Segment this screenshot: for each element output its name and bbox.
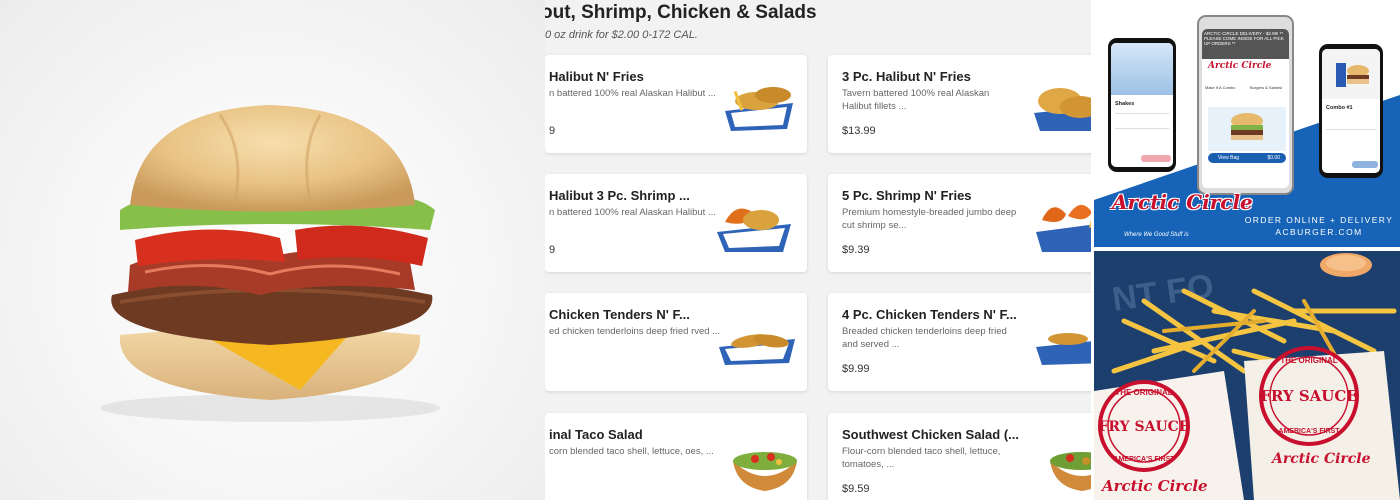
menu-item-name: inal Taco Salad bbox=[549, 427, 643, 442]
menu-item-name: Southwest Chicken Salad (... bbox=[842, 427, 1019, 442]
chicken-tenders-image bbox=[1036, 333, 1091, 365]
menu-item-price: $13.99 bbox=[842, 125, 876, 137]
menu-item-description: n battered 100% real Alaskan Halibut ... bbox=[549, 88, 716, 99]
menu-item-description: corn blended taco shell, lettuce, oes, .… bbox=[549, 446, 714, 457]
menu-item-description: ed chicken tenderloins deep fried rved .… bbox=[549, 326, 721, 337]
tagline-website: ACBURGER.COM bbox=[1275, 227, 1363, 237]
menu-item-price: 9 bbox=[549, 125, 556, 137]
shrimp-fries-image bbox=[1036, 205, 1091, 252]
southwest-salad-image bbox=[1050, 452, 1091, 491]
menu-section-subtitle: 0 oz drink for $2.00 0-172 CAL. bbox=[545, 29, 698, 41]
fries-bag-brand: Arctic Circle bbox=[1100, 477, 1208, 495]
sauce-label-main: FRY SAUCE bbox=[1098, 419, 1189, 435]
phone-bag-price: $0.00 bbox=[1267, 155, 1280, 161]
menu-item-card[interactable]: Halibut 3 Pc. Shrimp ... n battered 100%… bbox=[545, 174, 807, 272]
phone-right-label: Combo #1 bbox=[1326, 105, 1353, 111]
phone-view-bag-button: View Bag bbox=[1218, 155, 1240, 161]
tagline-order-online: ORDER ONLINE + DELIVERY bbox=[1244, 215, 1394, 225]
halibut-shrimp-image bbox=[717, 208, 791, 252]
sauce-label-bottom: AMERICA'S FIRST bbox=[1113, 456, 1175, 463]
menu-item-price: 9 bbox=[549, 244, 556, 256]
phone-mockup-right: Combo #1 bbox=[1319, 44, 1383, 178]
menu-item-description: Breaded chicken tenderloins deep fried a… bbox=[842, 326, 1007, 350]
phone-burger-icon bbox=[1231, 113, 1263, 140]
phone-mockup-left: Shakes bbox=[1108, 38, 1176, 172]
menu-item-name: Chicken Tenders N' F... bbox=[549, 307, 690, 322]
menu-item-card[interactable]: Halibut N' Fries n battered 100% real Al… bbox=[545, 55, 807, 153]
menu-item-name: Halibut N' Fries bbox=[549, 69, 644, 84]
menu-item-name: 3 Pc. Halibut N' Fries bbox=[842, 69, 971, 84]
menu-item-card[interactable]: 4 Pc. Chicken Tenders N' F... Breaded ch… bbox=[828, 293, 1091, 391]
phone-brand-logo: Arctic Circle bbox=[1208, 61, 1272, 71]
phone-tab-combo: Make It A Combo bbox=[1205, 85, 1236, 90]
arctic-circle-logo: Arctic Circle bbox=[1112, 190, 1253, 214]
phone-tab-burgers: Burgers & Sandwi bbox=[1250, 85, 1283, 90]
promo-banner: Shakes ARCTIC CIRCLE DELIVERY - $2.99! *… bbox=[1094, 0, 1400, 247]
sauce-label-top: THE ORIGINAL bbox=[1115, 388, 1172, 397]
combo-meal-icon bbox=[1336, 63, 1369, 87]
phone-mockup-center: ARCTIC CIRCLE DELIVERY - $2.99! ** PLEAS… bbox=[1197, 15, 1294, 195]
menu-item-description: Flour-corn blended taco shell, lettuce, … bbox=[842, 446, 1001, 470]
menu-item-description: Tavern battered 100% real Alaskan Halibu… bbox=[842, 88, 990, 112]
menu-item-price: $9.99 bbox=[842, 363, 870, 375]
bacon-burger-image bbox=[100, 105, 440, 422]
menu-item-card[interactable]: inal Taco Salad corn blended taco shell,… bbox=[545, 413, 807, 500]
menu-item-price: $9.59 bbox=[842, 483, 870, 495]
sauce-label-bottom-2: AMERICA'S FIRST bbox=[1278, 428, 1340, 435]
chicken-tenders-image bbox=[719, 334, 795, 365]
menu-item-card[interactable]: Southwest Chicken Salad (... Flour-corn … bbox=[828, 413, 1091, 500]
sauce-label-top-2: THE ORIGINAL bbox=[1280, 356, 1337, 365]
menu-screenshot: out, Shrimp, Chicken & Salads 0 oz drink… bbox=[545, 0, 1091, 500]
taco-salad-image bbox=[733, 452, 797, 491]
phone-banner-text: ARCTIC CIRCLE DELIVERY - $2.99! ** PLEAS… bbox=[1202, 29, 1289, 59]
menu-item-card[interactable]: Chicken Tenders N' F... ed chicken tende… bbox=[545, 293, 807, 391]
collage: out, Shrimp, Chicken & Salads 0 oz drink… bbox=[0, 0, 1400, 500]
halibut-fries-image bbox=[725, 87, 793, 131]
menu-item-name: 5 Pc. Shrimp N' Fries bbox=[842, 188, 972, 203]
promo-tagline: ORDER ONLINE + DELIVERY ACBURGER.COM bbox=[1244, 214, 1394, 238]
fries-tray-image: NT FO THE ORIGINAL FRY SAUCE AMERICA'S F… bbox=[1094, 251, 1400, 500]
menu-item-description: n battered 100% real Alaskan Halibut ... bbox=[549, 207, 716, 218]
phone-left-label: Shakes bbox=[1115, 101, 1135, 107]
menu-item-card[interactable]: 5 Pc. Shrimp N' Fries Premium homestyle-… bbox=[828, 174, 1091, 272]
sauce-label-main-2: FRY SAUCE bbox=[1260, 387, 1358, 405]
menu-item-price: $9.39 bbox=[842, 244, 870, 256]
brand-slogan: Where We Good Stuff is bbox=[1124, 232, 1189, 238]
menu-section-title: out, Shrimp, Chicken & Salads bbox=[545, 2, 817, 23]
burger-photo bbox=[0, 0, 545, 500]
menu-item-name: Halibut 3 Pc. Shrimp ... bbox=[549, 188, 690, 203]
fry-sauce-photo: NT FO THE ORIGINAL FRY SAUCE AMERICA'S F… bbox=[1094, 251, 1400, 500]
menu-item-card[interactable]: 3 Pc. Halibut N' Fries Tavern battered 1… bbox=[828, 55, 1091, 153]
halibut-image bbox=[1034, 88, 1091, 131]
menu-item-description: Premium homestyle-breaded jumbo deep cut… bbox=[842, 207, 1017, 231]
menu-item-name: 4 Pc. Chicken Tenders N' F... bbox=[842, 307, 1017, 322]
fries-bag-brand-2: Arctic Circle bbox=[1270, 451, 1371, 467]
